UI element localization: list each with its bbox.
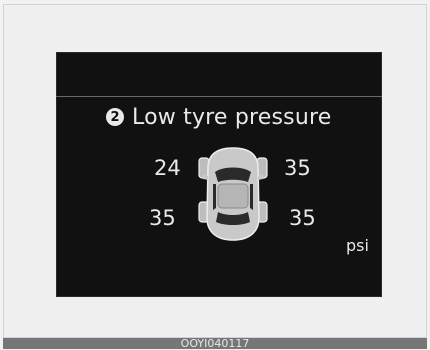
- tyre-rear-right-value: 35: [289, 206, 316, 230]
- car-right-window: [250, 184, 253, 210]
- car-left-window: [213, 184, 216, 210]
- figure-frame: 2 Low tyre pressure 24 35 35 35 psi: [3, 4, 427, 338]
- tyre-rear-left-value: 35: [149, 206, 176, 230]
- car-roof: [217, 183, 249, 209]
- warning-title: 2 Low tyre pressure: [106, 104, 331, 130]
- warning-number-badge: 2: [106, 108, 124, 126]
- figure-caption: OOYI040117: [3, 338, 427, 349]
- display-top-bar: [56, 52, 382, 97]
- warning-title-text: Low tyre pressure: [132, 104, 332, 130]
- cluster-display: 2 Low tyre pressure 24 35 35 35 psi: [56, 52, 382, 297]
- car-top-view-icon: [198, 147, 268, 241]
- pressure-unit: psi: [346, 236, 369, 255]
- tyre-front-left-value: 24: [154, 156, 181, 180]
- tyre-front-right-value: 35: [284, 156, 311, 180]
